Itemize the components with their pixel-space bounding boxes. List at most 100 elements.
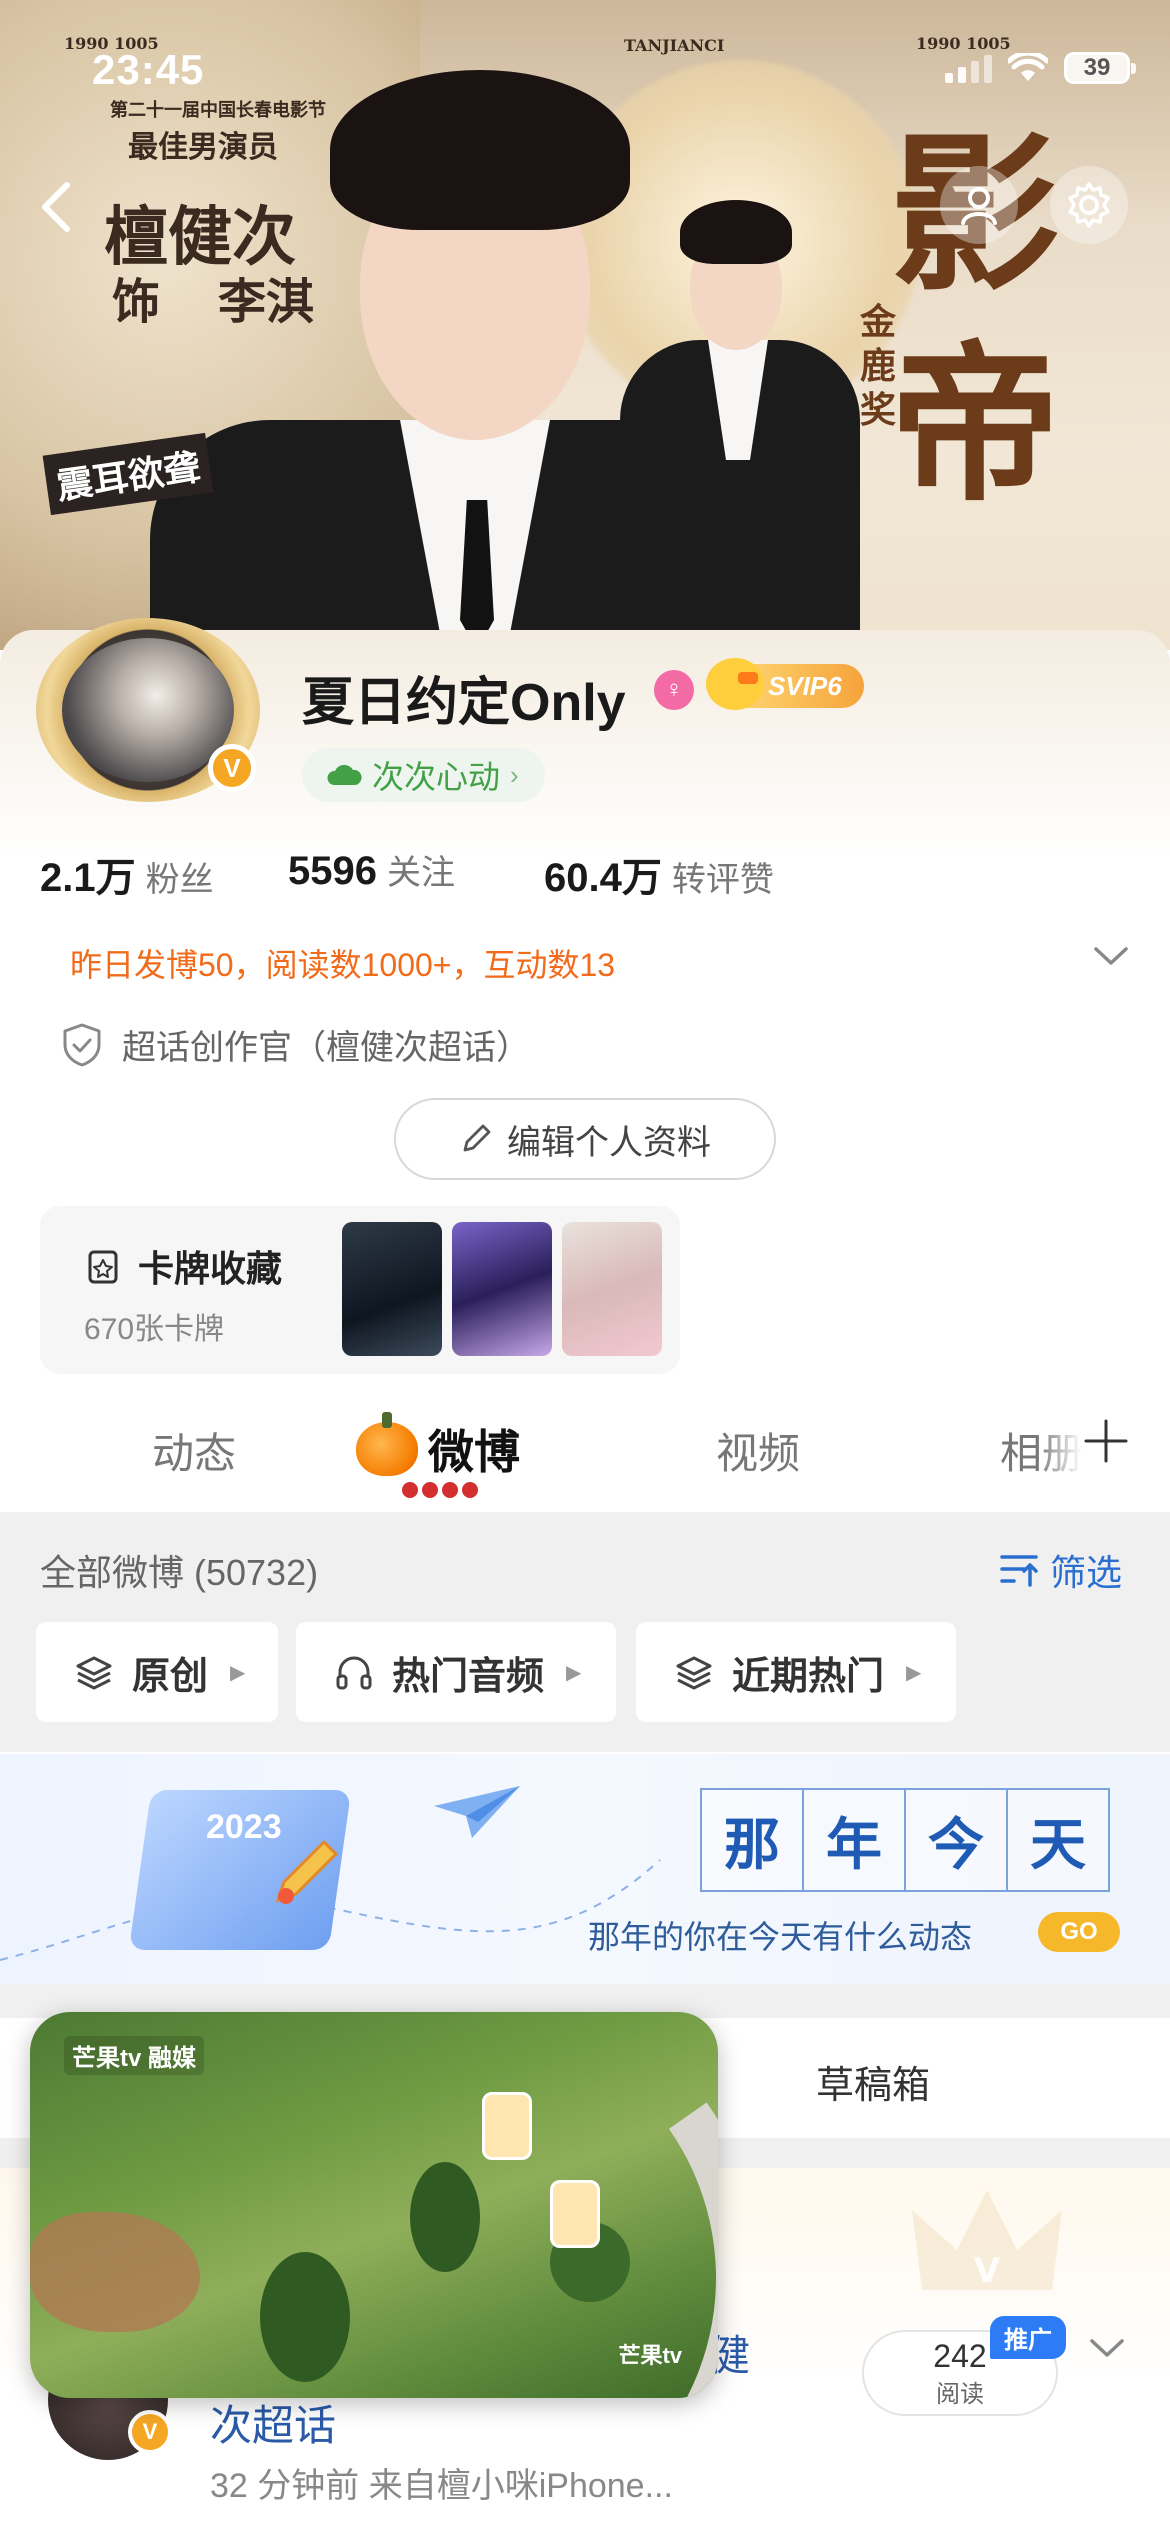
layers-icon xyxy=(676,1656,712,1690)
wifi-icon xyxy=(1008,53,1048,81)
chevron-down-icon xyxy=(1094,947,1128,965)
promote-tag[interactable]: 推广 xyxy=(990,2316,1066,2359)
expand-button[interactable] xyxy=(1092,944,1130,973)
poster-date-right: 1990 1005 xyxy=(916,34,1011,53)
super-topic-role[interactable]: 超话创作官（檀健次超话） xyxy=(60,1020,530,1069)
daily-summary[interactable]: 昨日发博50，阅读数1000+，互动数13 xyxy=(70,940,615,986)
chip-recent-hot[interactable]: 近期热门 ▶ xyxy=(636,1622,956,1722)
card-thumbnail[interactable] xyxy=(562,1222,662,1356)
poster-role-prefix: 饰 xyxy=(112,274,161,330)
poster-award: 最佳男演员 xyxy=(128,130,278,165)
pencil-icon xyxy=(463,1124,491,1152)
svip-duck-icon xyxy=(706,658,764,710)
post-meta: 32 分钟前 来自檀小咪iPhone... xyxy=(210,2467,673,2505)
tab-activity[interactable]: 动态 xyxy=(152,1420,236,1481)
video-watermark-top: 芒果tv 融媒 xyxy=(64,2036,205,2075)
chip-original-label: 原创 xyxy=(132,1655,209,1698)
go-button[interactable]: GO xyxy=(1038,1912,1120,1952)
username: 夏日约定Only xyxy=(302,674,626,732)
paper-plane-icon xyxy=(434,1786,520,1838)
calendar-illustration: 2023 xyxy=(128,1790,352,1950)
video-sticker xyxy=(482,2092,532,2160)
fan-badge-label: 次次心动 xyxy=(372,759,501,795)
card-thumbnail[interactable] xyxy=(342,1222,442,1356)
verified-badge-icon: V xyxy=(208,744,256,792)
card-collection-label: 卡牌收藏 xyxy=(138,1248,283,1289)
stat-reposts-likes[interactable]: 60.4万 转评赞 xyxy=(544,845,774,903)
stat-followers[interactable]: 2.1万 粉丝 xyxy=(40,845,214,903)
title-char: 那 xyxy=(700,1788,804,1892)
poster-prize: 金鹿奖 xyxy=(860,301,897,431)
triangle-right-icon: ▶ xyxy=(230,1661,246,1684)
filter-button[interactable]: 筛选 xyxy=(998,1544,1122,1596)
gear-icon xyxy=(1068,182,1110,228)
back-button[interactable] xyxy=(18,168,96,246)
tab-video[interactable]: 视频 xyxy=(716,1420,800,1481)
video-watermark-bottom: 芒果tv xyxy=(618,2343,682,2368)
fan-group-badge[interactable]: 次次心动 › xyxy=(302,748,545,802)
battery-icon: 39 xyxy=(1064,52,1136,84)
person-icon xyxy=(961,187,997,225)
card-collection-title: 卡牌收藏 xyxy=(84,1240,282,1292)
floating-video-player[interactable]: 芒果tv 融媒 芒果tv xyxy=(30,2012,718,2398)
drafts-button[interactable]: 草稿箱 xyxy=(816,2054,930,2109)
edit-profile-button[interactable]: 编辑个人资料 xyxy=(394,1098,776,1180)
tab-weibo-label: 微博 xyxy=(428,1426,520,1478)
poster-name-en: TANJIANCI xyxy=(624,36,725,55)
status-icons: 39 xyxy=(945,52,1136,84)
pencil-icon xyxy=(275,1839,339,1904)
tab-album[interactable]: 相册 xyxy=(1000,1420,1082,1481)
profile-cover-banner[interactable]: 第二十一届中国长春电影节 最佳男演员 檀健次 饰 李淇 震耳欲聋 影帝 金鹿奖 … xyxy=(0,0,1170,650)
video-scene xyxy=(260,2252,350,2382)
svg-text:V: V xyxy=(974,2251,1001,2291)
that-year-today-subtitle: 那年的你在今天有什么动态 xyxy=(588,1918,973,1956)
card-collection-count: 670张卡牌 xyxy=(84,1313,225,1346)
read-label: 阅读 xyxy=(936,2380,984,2408)
settings-button[interactable] xyxy=(1050,166,1128,244)
title-char: 天 xyxy=(1006,1788,1110,1892)
filter-label: 筛选 xyxy=(1050,1552,1123,1593)
svip-label: SVIP6 xyxy=(768,670,842,701)
card-icon xyxy=(88,1250,118,1284)
super-topic-label: 超话创作官（檀健次超话） xyxy=(122,1029,530,1067)
poster-festival: 第二十一届中国长春电影节 xyxy=(110,100,326,121)
tab-weibo[interactable]: 微博 xyxy=(356,1412,520,1482)
pumpkin-icon xyxy=(356,1412,418,1476)
crown-decoration-icon: V xyxy=(912,2190,1062,2291)
card-thumbnail[interactable] xyxy=(452,1222,552,1356)
title-char: 今 xyxy=(904,1788,1008,1892)
stat-following[interactable]: 5596 关注 xyxy=(288,845,455,894)
chip-original[interactable]: 原创 ▶ xyxy=(36,1622,278,1722)
triangle-right-icon: ▶ xyxy=(566,1661,582,1684)
chip-hot-audio[interactable]: 热门音频 ▶ xyxy=(296,1622,616,1722)
post-options-button[interactable] xyxy=(1088,2336,1126,2365)
triangle-right-icon: ▶ xyxy=(906,1661,922,1684)
post-topic-link[interactable]: 次超话 xyxy=(210,2392,336,2453)
shield-check-icon xyxy=(63,1023,101,1066)
video-scene xyxy=(410,2162,480,2272)
svip-badge[interactable]: SVIP6 xyxy=(706,658,864,710)
followers-count: 2.1万 xyxy=(40,856,136,900)
poster-role: 李淇 xyxy=(218,274,315,330)
headphones-icon xyxy=(336,1656,372,1690)
following-label: 关注 xyxy=(386,854,455,892)
interactions-label: 转评赞 xyxy=(671,861,774,899)
verified-badge-icon: V xyxy=(128,2410,172,2454)
layers-icon xyxy=(76,1656,112,1690)
chip-hot-audio-label: 热门音频 xyxy=(392,1655,545,1698)
video-sticker xyxy=(550,2180,600,2248)
that-year-today-title: 那 年 今 天 xyxy=(700,1788,1110,1892)
profile-visitor-button[interactable] xyxy=(940,166,1018,244)
status-time: 23:45 xyxy=(92,46,205,93)
chip-recent-hot-label: 近期热门 xyxy=(732,1655,885,1698)
interactions-count: 60.4万 xyxy=(544,856,662,900)
edit-profile-label: 编辑个人资料 xyxy=(507,1123,711,1162)
followers-label: 粉丝 xyxy=(145,861,214,899)
title-char: 年 xyxy=(802,1788,906,1892)
cellular-signal-icon xyxy=(945,53,992,83)
female-gender-icon: ♀ xyxy=(654,670,694,710)
add-tab-button[interactable] xyxy=(1082,1410,1130,1479)
plus-icon xyxy=(1084,1419,1128,1463)
all-weibo-count: 全部微博 (50732) xyxy=(40,1552,319,1593)
following-count: 5596 xyxy=(288,849,377,893)
